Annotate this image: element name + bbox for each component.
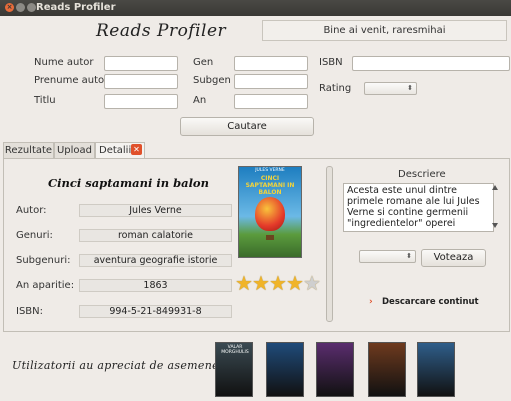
subgen-input[interactable] — [234, 74, 308, 89]
recommendations-label: Utilizatorii au apreciat de asemenea: — [12, 359, 230, 372]
scroll-down-arrow-icon[interactable] — [492, 223, 498, 228]
tab-detalii-label: Detalii — [99, 145, 132, 156]
balloon-illustration — [255, 197, 285, 231]
an-input[interactable] — [234, 94, 308, 109]
recommended-book-cover[interactable] — [368, 342, 406, 397]
chevron-right-icon: › — [369, 297, 373, 307]
star-icon[interactable]: ★ — [252, 273, 270, 293]
maximize-window-button[interactable] — [27, 3, 36, 12]
recommended-book-cover[interactable] — [417, 342, 455, 397]
app-window: × Reads Profiler Reads Profiler Bine ai … — [0, 0, 511, 401]
details-scrollbar[interactable] — [326, 166, 333, 322]
prenume-autor-label: Prenume autor — [34, 75, 109, 86]
author-value: Jules Verne — [79, 204, 232, 217]
scroll-up-arrow-icon[interactable] — [492, 185, 498, 190]
recommended-book-cover[interactable] — [316, 342, 354, 397]
cover-title: CINCI SAPTAMANI IN BALON — [245, 175, 295, 196]
an-label: An — [193, 95, 207, 106]
star-icon[interactable]: ★ — [269, 273, 287, 293]
rating-select[interactable]: ⬍ — [364, 82, 417, 95]
subgen-label: Subgen — [193, 75, 231, 86]
close-window-button[interactable]: × — [5, 3, 14, 12]
isbn-detail-label: ISBN: — [16, 306, 44, 317]
tab-rezultate[interactable]: Rezultate — [3, 142, 54, 158]
recommended-book-cover[interactable] — [266, 342, 304, 397]
subgenres-label: Subgenuri: — [16, 255, 71, 266]
recommended-book-title: VALAR MORGHULIS — [221, 345, 249, 355]
gen-label: Gen — [193, 57, 214, 68]
description-text[interactable]: Acesta este unul dintre primele romane a… — [343, 183, 494, 232]
minimize-window-button[interactable] — [16, 3, 25, 12]
cover-author: JULES VERNE — [255, 168, 285, 173]
isbn-detail-value: 994-5-21-849931-8 — [79, 305, 232, 318]
prenume-autor-input[interactable] — [104, 74, 178, 89]
vote-select[interactable]: ⬍ — [359, 250, 416, 263]
nume-autor-input[interactable] — [104, 56, 178, 71]
genres-label: Genuri: — [16, 230, 53, 241]
year-value: 1863 — [79, 279, 232, 292]
book-title: Cinci saptamani in balon — [48, 176, 209, 190]
window-title: Reads Profiler — [36, 2, 116, 13]
subgenres-value: aventura geografie istorie — [79, 254, 232, 267]
welcome-banner: Bine ai venit, raresmihai — [262, 20, 507, 41]
author-label: Autor: — [16, 205, 47, 216]
vote-button[interactable]: Voteaza — [421, 249, 486, 267]
star-icon[interactable]: ★ — [235, 273, 253, 293]
star-icon[interactable]: ★ — [303, 273, 321, 293]
titlu-input[interactable] — [104, 94, 178, 109]
balloon-basket — [266, 235, 274, 240]
search-button[interactable]: Cautare — [180, 117, 314, 136]
nume-autor-label: Nume autor — [34, 57, 94, 68]
download-content-link[interactable]: Descarcare continut — [382, 297, 479, 307]
titlu-label: Titlu — [34, 95, 56, 106]
year-label: An aparitie: — [16, 280, 75, 291]
tab-upload[interactable]: Upload — [54, 142, 95, 158]
chevron-updown-icon: ⬍ — [407, 84, 413, 92]
title-bar: × Reads Profiler — [0, 0, 511, 16]
star-icon[interactable]: ★ — [286, 273, 304, 293]
chevron-updown-icon: ⬍ — [406, 252, 412, 260]
rating-label: Rating — [319, 83, 352, 94]
description-label: Descriere — [398, 169, 446, 180]
isbn-label: ISBN — [319, 57, 343, 68]
description-scrollbar[interactable] — [491, 184, 499, 229]
app-logo: Reads Profiler — [96, 21, 227, 41]
recommended-book-cover[interactable]: VALAR MORGHULIS — [215, 342, 253, 397]
book-cover: JULES VERNE CINCI SAPTAMANI IN BALON — [238, 166, 302, 258]
genres-value: roman calatorie — [79, 229, 232, 242]
close-tab-icon[interactable]: ✕ — [131, 144, 142, 155]
isbn-input[interactable] — [352, 56, 510, 71]
gen-input[interactable] — [234, 56, 308, 71]
